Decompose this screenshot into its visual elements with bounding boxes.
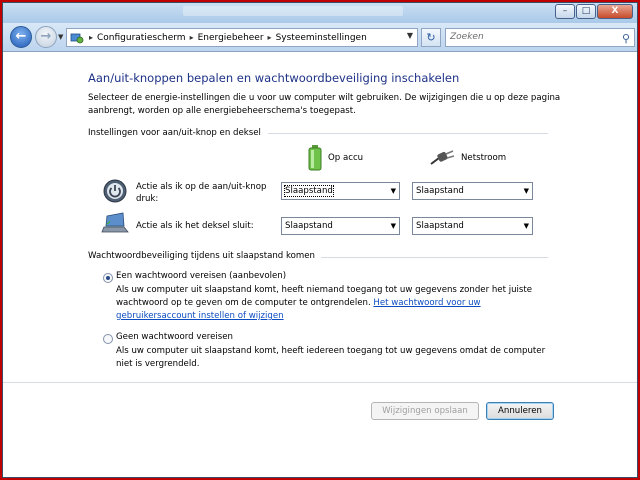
breadcrumb: ▸ Configuratiescherm ▸ Energiebeheer ▸ S… bbox=[85, 33, 367, 43]
forward-button[interactable]: → bbox=[35, 26, 57, 48]
page-intro: Selecteer de energie-instellingen die u … bbox=[88, 93, 561, 116]
address-bar[interactable]: ▸ Configuratiescherm ▸ Energiebeheer ▸ S… bbox=[66, 28, 418, 47]
select-value: Slaapstand bbox=[416, 186, 464, 196]
save-changes-button[interactable]: Wijzigingen opslaan bbox=[371, 402, 479, 420]
breadcrumb-separator-icon[interactable]: ▸ bbox=[89, 33, 93, 42]
battery-label: Op accu bbox=[328, 153, 364, 163]
main-content: Aan/uit-knoppen bepalen en wachtwoordbev… bbox=[3, 51, 637, 477]
column-header-battery: Op accu bbox=[308, 145, 363, 171]
cancel-button[interactable]: Annuleren bbox=[486, 402, 554, 420]
chevron-down-icon: ▼ bbox=[390, 187, 396, 195]
control-panel-icon bbox=[69, 31, 85, 45]
battery-icon bbox=[308, 145, 322, 171]
breadcrumb-separator-icon[interactable]: ▸ bbox=[190, 33, 194, 42]
search-input[interactable]: Zoeken ⚲ bbox=[445, 28, 635, 47]
maximize-button[interactable]: □ bbox=[576, 4, 596, 19]
search-icon[interactable]: ⚲ bbox=[622, 30, 630, 47]
breadcrumb-control-panel[interactable]: Configuratiescherm bbox=[97, 33, 186, 43]
close-button[interactable]: X bbox=[597, 4, 633, 19]
select-value: Slaapstand bbox=[284, 185, 334, 197]
breadcrumb-system-settings[interactable]: Systeeminstellingen bbox=[276, 33, 367, 43]
select-value: Slaapstand bbox=[285, 221, 333, 231]
breadcrumb-power-options[interactable]: Energiebeheer bbox=[198, 33, 264, 43]
back-button[interactable]: ← bbox=[10, 26, 32, 48]
laptop-lid-icon bbox=[101, 212, 129, 237]
navigation-bar: ← → ▼ ▸ Configuratiescherm ▸ Energiebehe… bbox=[3, 23, 637, 51]
require-password-label[interactable]: Een wachtwoord vereisen (aanbevolen) bbox=[116, 271, 286, 281]
section-divider bbox=[321, 257, 548, 258]
breadcrumb-separator-icon[interactable]: ▸ bbox=[268, 33, 272, 42]
chevron-down-icon: ▼ bbox=[523, 222, 529, 230]
lid-close-battery-select[interactable]: Slaapstand ▼ bbox=[281, 217, 400, 235]
refresh-button[interactable]: ↻ bbox=[421, 28, 441, 47]
require-password-description: Als uw computer uit slaapstand komt, hee… bbox=[116, 284, 556, 323]
power-button-action-label: Actie als ik op de aan/uit-knop druk: bbox=[136, 182, 267, 204]
power-button-battery-select[interactable]: Slaapstand ▼ bbox=[281, 182, 400, 200]
power-plug-icon bbox=[430, 150, 455, 165]
window: – □ X ← → ▼ ▸ Configuratiescherm ▸ Energ… bbox=[2, 2, 638, 478]
title-bar[interactable]: – □ X bbox=[3, 3, 637, 23]
password-section-title: Wachtwoordbeveiliging tijdens uit slaaps… bbox=[88, 251, 315, 261]
power-section-title: Instellingen voor aan/uit-knop en deksel bbox=[88, 128, 261, 138]
minimize-button[interactable]: – bbox=[555, 4, 575, 19]
lid-close-action-label: Actie als ik het deksel sluit: bbox=[136, 221, 254, 231]
column-header-plugged: Netstroom bbox=[429, 150, 506, 166]
require-password-radio[interactable] bbox=[103, 273, 113, 283]
address-dropdown-icon[interactable]: ▼ bbox=[407, 31, 413, 40]
section-divider bbox=[268, 133, 548, 134]
no-password-radio[interactable] bbox=[103, 334, 113, 344]
search-placeholder: Zoeken bbox=[450, 32, 484, 42]
select-value: Slaapstand bbox=[416, 221, 464, 231]
plugged-label: Netstroom bbox=[461, 153, 507, 163]
page-title: Aan/uit-knoppen bepalen en wachtwoordbev… bbox=[88, 71, 460, 85]
window-controls: – □ X bbox=[555, 4, 633, 19]
lid-close-plugged-select[interactable]: Slaapstand ▼ bbox=[412, 217, 533, 235]
chevron-down-icon: ▼ bbox=[390, 222, 396, 230]
title-bar-blur bbox=[183, 6, 403, 16]
recent-pages-dropdown-icon[interactable]: ▼ bbox=[58, 33, 63, 41]
no-password-description: Als uw computer uit slaapstand komt, hee… bbox=[116, 346, 546, 369]
power-button-plugged-select[interactable]: Slaapstand ▼ bbox=[412, 182, 533, 200]
chevron-down-icon: ▼ bbox=[523, 187, 529, 195]
power-button-icon bbox=[103, 179, 127, 206]
footer-divider bbox=[3, 382, 637, 383]
no-password-label[interactable]: Geen wachtwoord vereisen bbox=[116, 332, 233, 342]
